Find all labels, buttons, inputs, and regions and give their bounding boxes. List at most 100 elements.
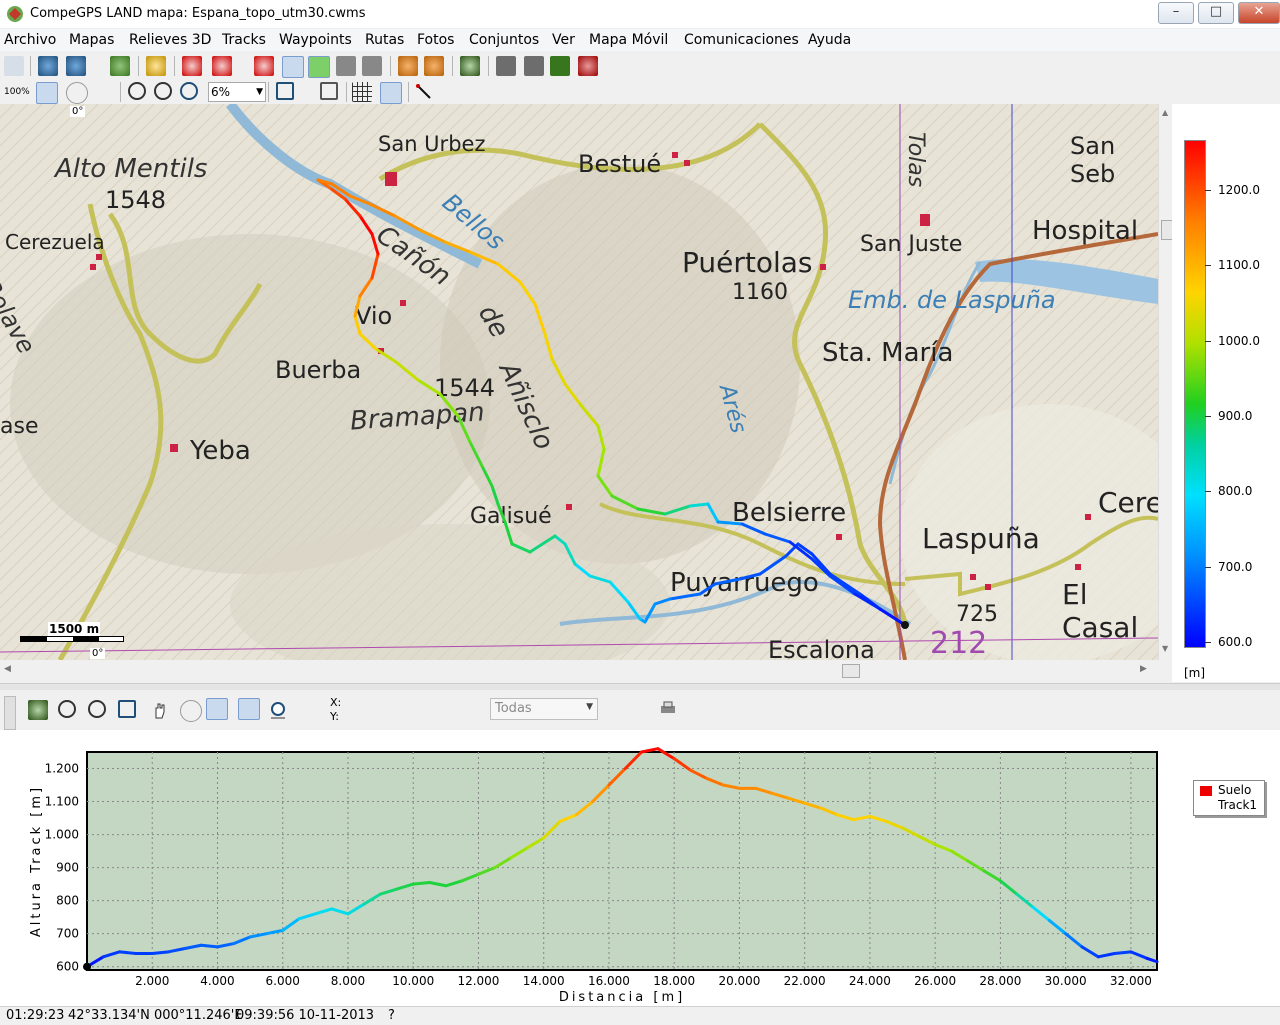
panel-splitter[interactable] <box>0 683 1280 690</box>
track-segment <box>394 360 420 382</box>
track-segment <box>636 507 667 516</box>
fit-map-icon[interactable] <box>276 82 294 100</box>
profile-measure-icon[interactable] <box>238 698 260 720</box>
utm-grid-icon[interactable] <box>380 82 402 104</box>
measure-icon[interactable] <box>414 82 434 102</box>
map-options-icon[interactable] <box>66 56 86 76</box>
menu-comunicaciones[interactable]: Comunicaciones <box>684 32 799 48</box>
menu-relieves-3d[interactable]: Relieves 3D <box>129 32 211 48</box>
map-vertical-scrollbar[interactable]: ▲ ▼ <box>1158 104 1173 660</box>
profile-hand-icon[interactable] <box>150 700 170 720</box>
waypoint-icon[interactable] <box>146 56 166 76</box>
connect-icon[interactable] <box>578 56 598 76</box>
panel-grip[interactable] <box>4 696 16 730</box>
track-segment <box>550 357 567 386</box>
track-segment <box>688 502 710 508</box>
track-segment <box>610 494 640 511</box>
track-segment <box>706 502 720 524</box>
profile-zoom-out-icon[interactable] <box>58 700 76 718</box>
x-tick-label: 30.000 <box>1045 974 1087 988</box>
profile-zoom-in-icon[interactable] <box>88 700 106 718</box>
track-open-icon[interactable] <box>182 56 202 76</box>
x-tick-label: 8.000 <box>331 974 365 988</box>
hand-tool-icon[interactable] <box>36 82 58 104</box>
x-tick-label: 20.000 <box>718 974 760 988</box>
track-edit-icon[interactable] <box>254 56 274 76</box>
x-tick-label: 24.000 <box>849 974 891 988</box>
zoom-in-icon[interactable] <box>154 82 172 100</box>
route-options-icon[interactable] <box>424 56 444 76</box>
menu-tracks[interactable]: Tracks <box>222 32 266 48</box>
map-horizontal-scrollbar[interactable]: ◀ ▶ <box>0 660 1158 682</box>
track-segment <box>878 607 907 627</box>
zoom-level-field[interactable]: 6% ▼ <box>208 82 266 102</box>
elevation-profile-chart[interactable]: 2.000 4.000 6.000 8.000 10.000 12.000 14.000 16… <box>0 730 1280 1006</box>
y-tick-label: 1.200 <box>45 762 79 776</box>
scroll-up-icon[interactable]: ▲ <box>1162 108 1168 117</box>
legend-tick-mark <box>1205 190 1211 191</box>
track-segment <box>828 572 862 596</box>
map-download-icon[interactable] <box>110 56 130 76</box>
zoom-out-icon[interactable] <box>128 82 146 100</box>
gps-send-icon[interactable] <box>496 56 516 76</box>
y-axis-label: Altura Track [m] <box>29 785 44 937</box>
scroll-left-icon[interactable]: ◀ <box>4 664 11 674</box>
track-start-marker[interactable] <box>901 621 909 629</box>
record-icon[interactable] <box>308 56 330 78</box>
profile-chart-icon[interactable] <box>282 56 304 78</box>
minimize-button[interactable]: – <box>1158 2 1194 24</box>
export-excel-icon[interactable] <box>550 56 570 76</box>
menu-waypoints[interactable]: Waypoints <box>279 32 352 48</box>
menu-conjuntos[interactable]: Conjuntos <box>469 32 539 48</box>
profile-zoom-area-icon[interactable] <box>180 700 202 722</box>
scalebar-label: 1500 m <box>48 622 101 636</box>
gps-receive-icon[interactable] <box>524 56 544 76</box>
menu-fotos[interactable]: Fotos <box>417 32 454 48</box>
track-segment <box>553 534 567 546</box>
y-tick-label: 700 <box>56 927 79 941</box>
scale-100-button[interactable]: 100% <box>4 82 30 102</box>
menu-archivo[interactable]: Archivo <box>4 32 56 48</box>
status-elapsed-time: 01:29:23 <box>6 1008 65 1023</box>
menu-ayuda[interactable]: Ayuda <box>808 32 851 48</box>
legend-tick-label: 900.0 <box>1218 408 1253 423</box>
legend-unit: [m] <box>1184 666 1206 680</box>
track-overlay[interactable] <box>0 104 1158 660</box>
horizontal-scroll-thumb[interactable] <box>842 664 860 678</box>
select-area-icon[interactable] <box>92 82 112 102</box>
legend-tick-label: 600.0 <box>1218 634 1253 649</box>
menu-rutas[interactable]: Rutas <box>365 32 404 48</box>
play-icon[interactable] <box>336 56 356 76</box>
scroll-right-icon[interactable]: ▶ <box>1140 664 1147 674</box>
track-segment <box>563 382 582 406</box>
select-tool-icon[interactable] <box>4 56 24 76</box>
profile-select-icon[interactable] <box>206 698 228 720</box>
menu-ver[interactable]: Ver <box>552 32 575 48</box>
photos-icon[interactable] <box>460 56 480 76</box>
profile-fit-icon[interactable] <box>118 700 136 718</box>
x-tick-labels: 2.000 4.000 6.000 8.000 10.000 12.000 14.000 16… <box>135 974 1152 988</box>
zoom-area-icon[interactable] <box>66 82 88 104</box>
refresh-icon[interactable] <box>180 82 198 100</box>
map-view-icon[interactable] <box>320 82 338 100</box>
route-icon[interactable] <box>398 56 418 76</box>
maximize-button[interactable]: □ <box>1198 2 1234 24</box>
print-icon[interactable] <box>658 698 678 718</box>
scroll-down-icon[interactable]: ▼ <box>1162 644 1168 653</box>
menu-mapa-movil[interactable]: Mapa Móvil <box>589 32 668 48</box>
close-button[interactable]: ✕ <box>1238 2 1280 24</box>
legend-entry-track1: Track1 <box>1218 798 1258 812</box>
grid-icon[interactable] <box>352 82 372 102</box>
track-segment <box>368 202 397 218</box>
open-map-icon[interactable] <box>38 56 58 76</box>
status-extra: ? <box>388 1008 395 1023</box>
profile-open-icon[interactable] <box>28 700 48 720</box>
topographic-map[interactable]: Alto Mentils 1548 San Urbez Bestué Cerez… <box>0 104 1158 660</box>
x-tick-label: 22.000 <box>784 974 826 988</box>
profile-time-icon[interactable] <box>268 700 288 720</box>
legend-tick-label: 800.0 <box>1218 484 1253 499</box>
track-options-icon[interactable] <box>212 56 232 76</box>
menu-mapas[interactable]: Mapas <box>69 32 114 48</box>
pause-icon[interactable] <box>362 56 382 76</box>
track-filter-dropdown[interactable]: Todas ▼ <box>490 698 598 720</box>
